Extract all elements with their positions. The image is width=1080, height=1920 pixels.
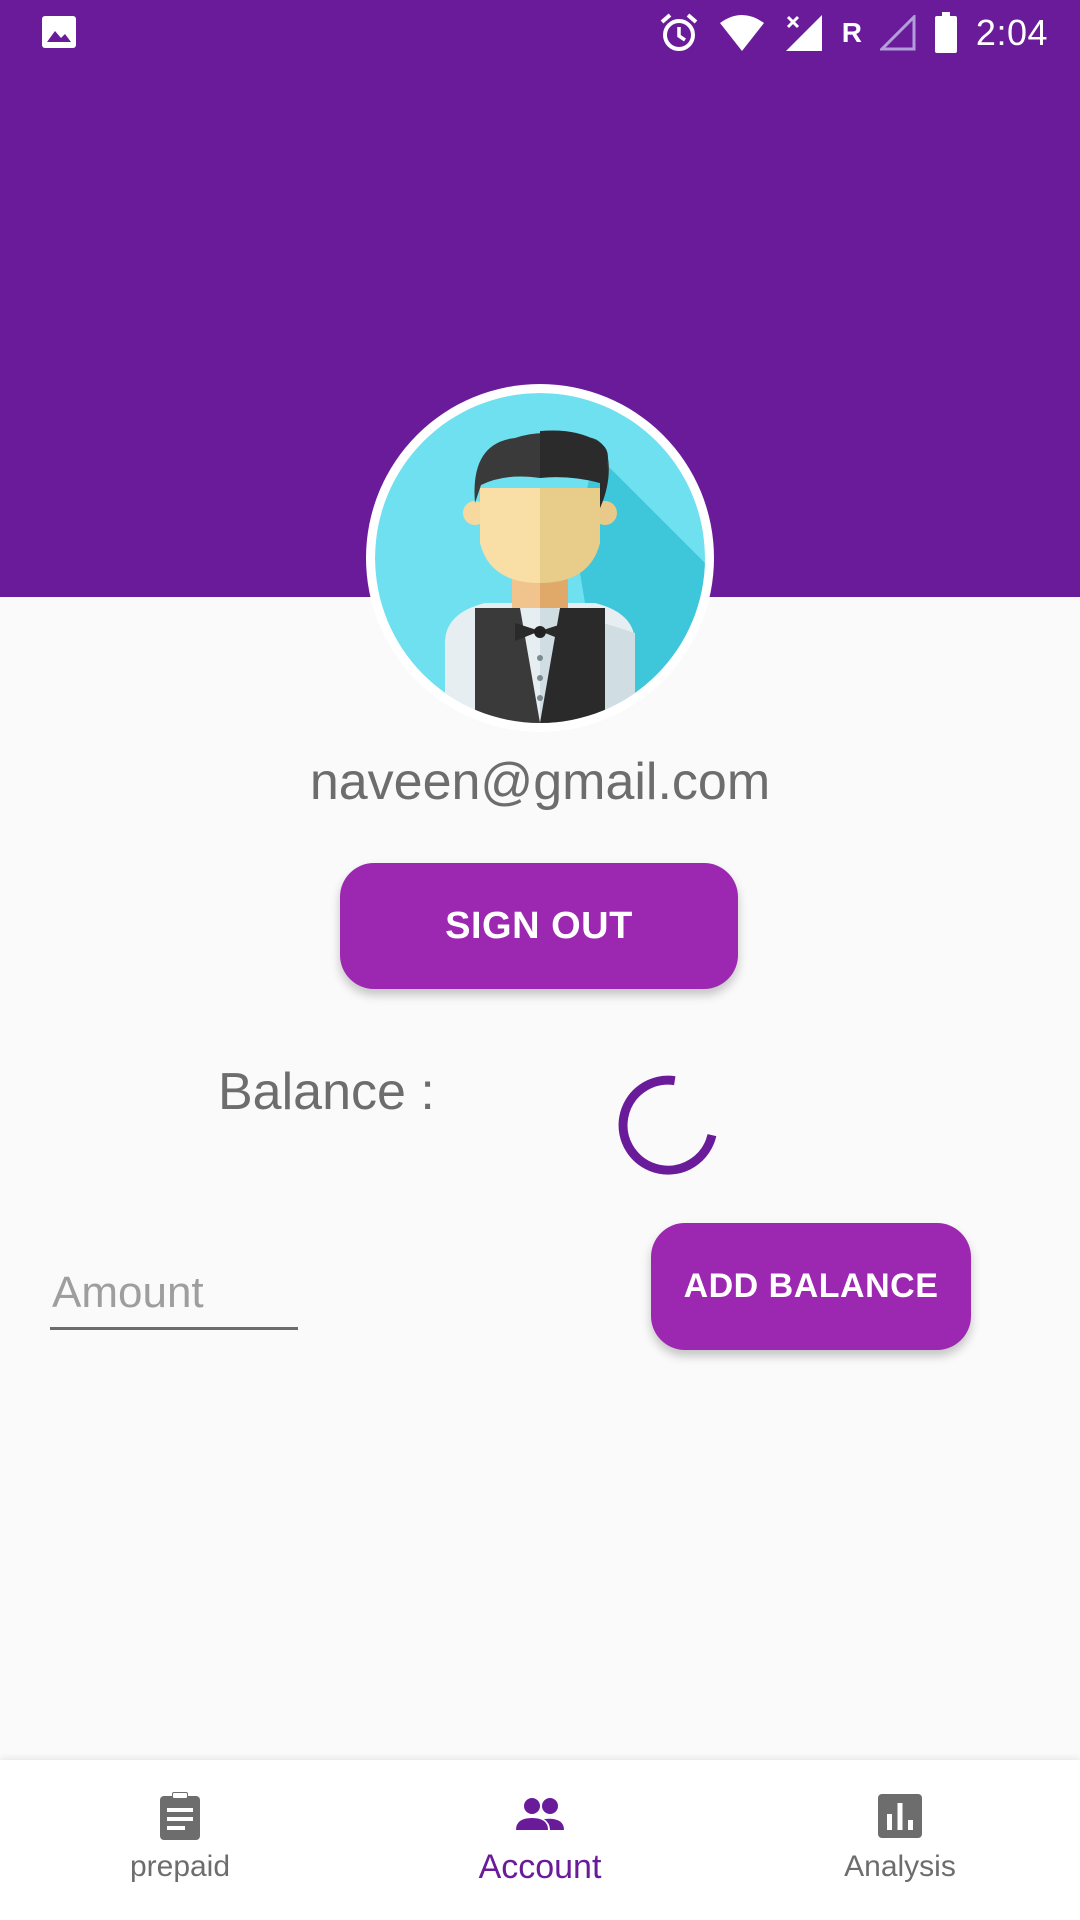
battery-icon bbox=[934, 12, 957, 53]
wifi-icon bbox=[719, 15, 764, 51]
user-email: naveen@gmail.com bbox=[309, 753, 771, 811]
add-balance-button[interactable]: ADD BALANCE bbox=[651, 1223, 971, 1350]
bar-chart-icon bbox=[878, 1794, 922, 1838]
amount-input[interactable] bbox=[50, 1258, 298, 1330]
bottom-navigation: prepaid Account Analysis bbox=[0, 1760, 1080, 1920]
clipboard-icon bbox=[160, 1792, 200, 1840]
signal-icon bbox=[785, 15, 822, 51]
status-bar: R 2:04 bbox=[0, 0, 1080, 66]
sign-out-button[interactable]: SIGN OUT bbox=[340, 863, 738, 989]
image-icon bbox=[42, 16, 76, 48]
signal-empty-icon bbox=[879, 15, 916, 51]
people-icon bbox=[516, 1798, 564, 1830]
account-screen: R 2:04 naveen@gmail.com SIGN OUT Balance… bbox=[0, 0, 1080, 1920]
balance-label: Balance : bbox=[218, 1063, 435, 1121]
spinner-icon bbox=[618, 1075, 717, 1175]
avatar-waiter-icon bbox=[375, 393, 705, 723]
nav-item-analysis[interactable]: Analysis bbox=[720, 1760, 1080, 1920]
nav-label-analysis: Analysis bbox=[844, 1850, 956, 1883]
nav-item-account[interactable]: Account bbox=[360, 1760, 720, 1920]
nav-item-prepaid[interactable]: prepaid bbox=[0, 1760, 360, 1920]
nav-label-prepaid: prepaid bbox=[129, 1850, 231, 1883]
avatar bbox=[366, 384, 714, 732]
nav-label-account: Account bbox=[478, 1848, 602, 1886]
status-time: 2:04 bbox=[975, 12, 1048, 53]
network-label: R bbox=[841, 17, 862, 48]
alarm-icon bbox=[660, 13, 698, 51]
